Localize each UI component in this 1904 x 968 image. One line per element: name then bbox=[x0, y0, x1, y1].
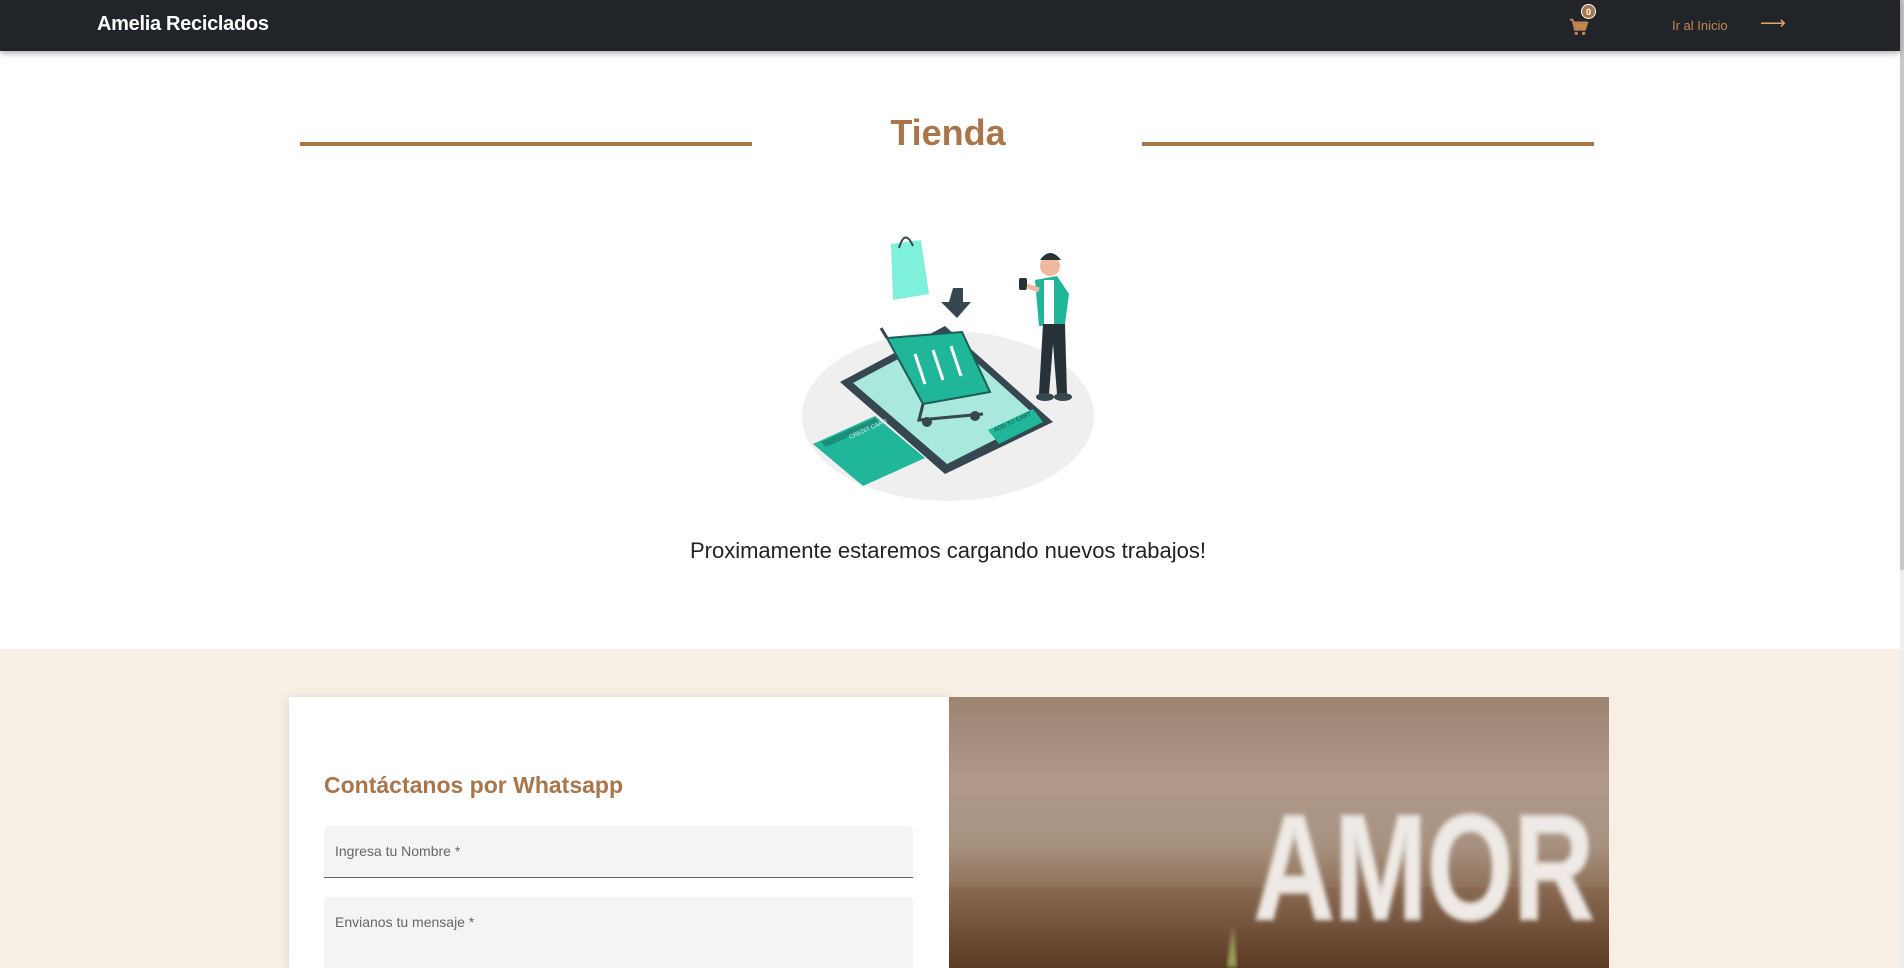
name-field-placeholder: Ingresa tu Nombre * bbox=[335, 843, 461, 859]
message-field-placeholder: Envianos tu mensaje * bbox=[335, 914, 475, 930]
contact-title: Contáctanos por Whatsapp bbox=[324, 772, 624, 798]
message-field[interactable]: Envianos tu mensaje * bbox=[324, 897, 913, 968]
home-link[interactable]: Ir al Inicio bbox=[1672, 18, 1728, 33]
arrow-right-icon[interactable]: ⟶ bbox=[1760, 13, 1786, 34]
name-field[interactable]: Ingresa tu Nombre * bbox=[324, 826, 913, 878]
page-scrollbar[interactable] bbox=[1900, 0, 1904, 968]
page-title: Tienda bbox=[890, 112, 1006, 153]
title-divider-left bbox=[300, 142, 752, 146]
amor-sign-photo: AMOR bbox=[949, 697, 1609, 968]
scrollbar-thumb[interactable] bbox=[1900, 0, 1904, 570]
cart-icon[interactable] bbox=[1568, 16, 1590, 38]
cart-count-badge: 0 bbox=[1581, 4, 1596, 19]
navbar: Amelia Reciclados 0 Ir al Inicio ⟶ bbox=[0, 0, 1900, 51]
amor-sign-text: AMOR bbox=[1254, 783, 1594, 951]
amor-sign-image: AMOR bbox=[949, 782, 1609, 968]
title-divider-right bbox=[1142, 142, 1594, 146]
shopping-illustration: ADD TO CART CREDIT CARD bbox=[802, 236, 1094, 501]
coming-soon-message: Proximamente estaremos cargando nuevos t… bbox=[689, 538, 1207, 563]
brand-logo-text[interactable]: Amelia Reciclados bbox=[97, 13, 269, 36]
